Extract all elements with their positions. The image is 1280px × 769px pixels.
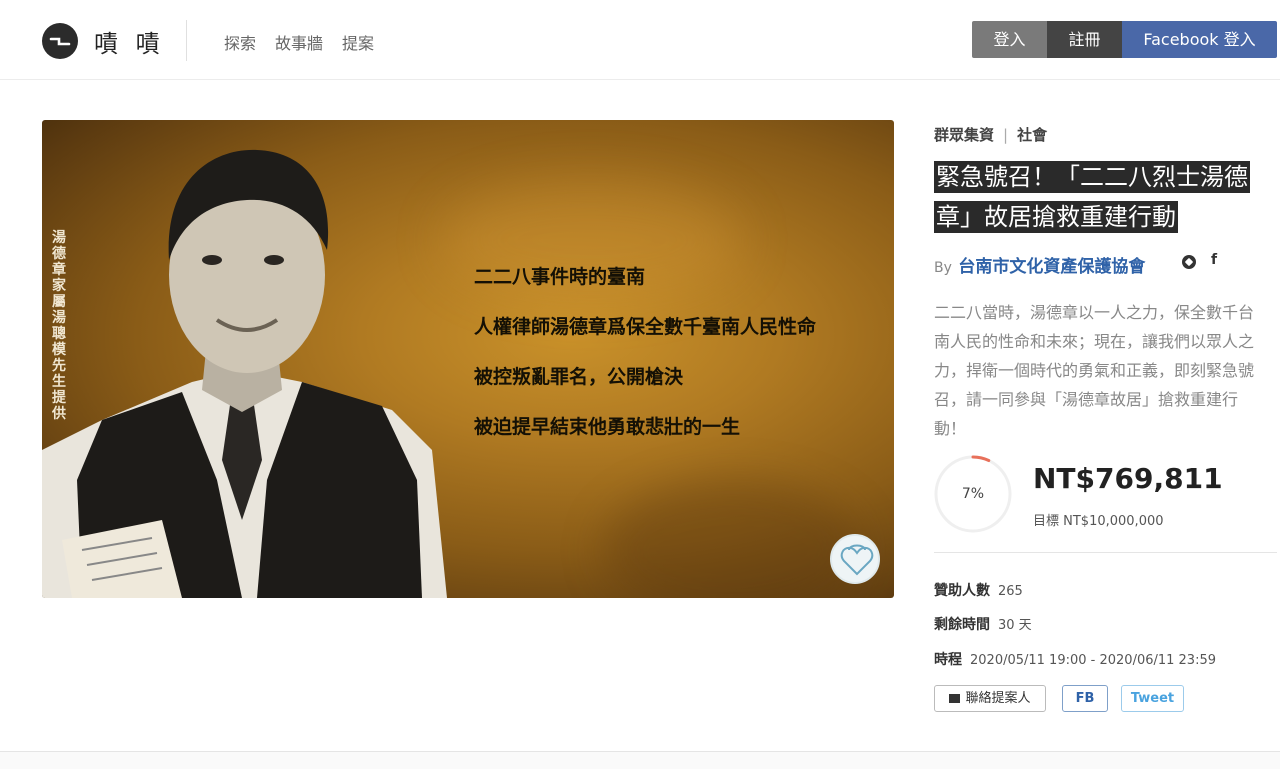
facebook-icon[interactable]: f [1211,252,1217,268]
logo-icon[interactable] [42,23,78,59]
funding-percent: 7% [961,486,985,502]
quote-line: 被迫提早結束他勇敢悲壯的一生 [474,416,741,438]
project-category: 群眾集資 | 社會 [934,124,1047,145]
quote-line: 二二八事件時的臺南 [474,266,646,288]
contact-label: 聯絡提案人 [965,691,1031,706]
register-button[interactable]: 註冊 [1047,21,1122,58]
footer [0,752,1280,769]
schedule-stat: 時程 2020/05/11 19:00 - 2020/06/11 23:59 [934,649,1216,669]
nav-explore[interactable]: 探索 [224,30,256,54]
backers-value: 265 [998,584,1023,599]
remaining-time-stat: 剩餘時間 30 天 [934,614,1032,634]
main-nav: 探索 故事牆 提案 [224,30,393,54]
category-link[interactable]: 群眾集資 [934,126,994,144]
cover-quote: 二二八事件時的臺南 人權律師湯德章爲保全數千臺南人民性命 被控叛亂罪名，公開槍決… [474,264,816,464]
category-separator: | [1003,126,1009,144]
project-cover-image: 湯德章家屬湯聰模先生提供 二二八事件時的臺南 人權律師湯德章爲保全數千臺南人民性… [42,120,894,598]
nav-story-wall[interactable]: 故事牆 [275,30,323,54]
fb-share-button[interactable]: FB [1062,685,1108,712]
byline: By 台南市文化資產保護協會 f [934,252,1217,277]
quote-line: 人權律師湯德章爲保全數千臺南人民性命 [474,316,817,338]
tweet-button[interactable]: Tweet [1121,685,1184,712]
message-icon [949,694,961,703]
backers-label: 贊助人數 [934,583,990,599]
backers-stat: 贊助人數 265 [934,580,1023,600]
login-button[interactable]: 登入 [972,21,1047,58]
organizer-link[interactable]: 台南市文化資產保護協會 [958,257,1145,277]
remaining-value: 30 天 [998,618,1032,633]
schedule-value: 2020/05/11 19:00 - 2020/06/11 23:59 [970,653,1217,668]
portrait-illustration [42,149,447,598]
nav-propose[interactable]: 提案 [342,30,374,54]
remaining-label: 剩餘時間 [934,617,990,633]
funding-goal: 目標 NT$10,000,000 [1033,514,1164,529]
header-divider [186,20,187,61]
by-prefix: By [934,260,952,276]
brand-name[interactable]: 嘖 嘖 [94,24,165,59]
facebook-login-button[interactable]: Facebook 登入 [1122,21,1277,58]
subcategory-link[interactable]: 社會 [1017,126,1047,144]
raised-amount: NT$769,811 [1033,462,1223,495]
website-icon[interactable] [1182,255,1196,269]
schedule-label: 時程 [934,652,962,668]
site-header: 嘖 嘖 探索 故事牆 提案 登入 註冊 Facebook 登入 [0,0,1280,80]
project-title-text: 緊急號召！「二二八烈士湯德章」故居搶救重建行動 [934,161,1250,233]
project-title: 緊急號召！「二二八烈士湯德章」故居搶救重建行動 [934,157,1264,237]
project-description: 二二八當時，湯德章以一人之力，保全數千台南人民的性命和未來；現在，讓我們以眾人之… [934,303,1255,438]
quote-line: 被控叛亂罪名，公開槍決 [474,366,684,388]
stats-divider [934,552,1277,553]
contact-proposer-button[interactable]: 聯絡提案人 [934,685,1046,712]
photo-credit: 湯德章家屬湯聰模先生提供 [52,230,66,422]
watermark-logo-icon [830,534,880,584]
